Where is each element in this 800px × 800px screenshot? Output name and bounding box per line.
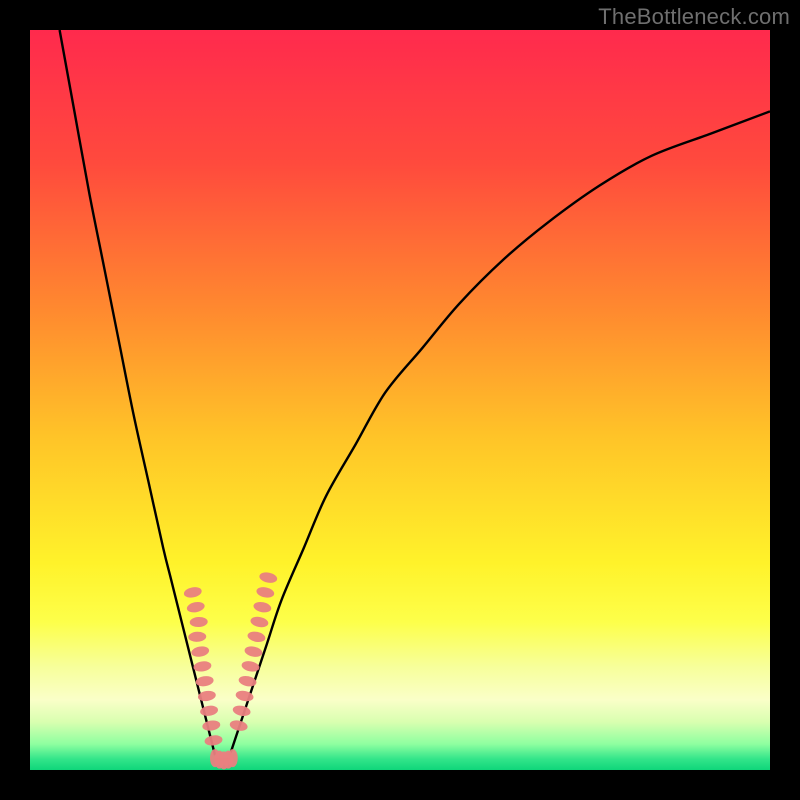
data-marker bbox=[247, 630, 267, 643]
data-marker bbox=[232, 704, 252, 717]
data-marker bbox=[228, 749, 238, 767]
curve-left-branch bbox=[60, 30, 215, 755]
marker-group bbox=[183, 571, 278, 769]
data-marker bbox=[258, 571, 278, 584]
data-marker bbox=[190, 645, 209, 658]
plot-area bbox=[30, 30, 770, 770]
data-marker bbox=[229, 719, 249, 732]
watermark-text: TheBottleneck.com bbox=[598, 4, 790, 30]
data-marker bbox=[193, 660, 212, 673]
data-marker bbox=[202, 719, 221, 732]
data-marker bbox=[189, 617, 207, 628]
data-marker bbox=[204, 734, 223, 747]
data-marker bbox=[256, 586, 276, 599]
data-marker bbox=[253, 601, 273, 614]
data-marker bbox=[188, 631, 206, 642]
data-marker bbox=[183, 586, 203, 599]
curve-layer bbox=[30, 30, 770, 770]
data-marker bbox=[250, 615, 270, 628]
chart-stage: TheBottleneck.com bbox=[0, 0, 800, 800]
data-marker bbox=[244, 645, 264, 658]
data-marker bbox=[238, 675, 258, 688]
curve-right-branch bbox=[230, 111, 770, 755]
data-marker bbox=[186, 601, 206, 614]
